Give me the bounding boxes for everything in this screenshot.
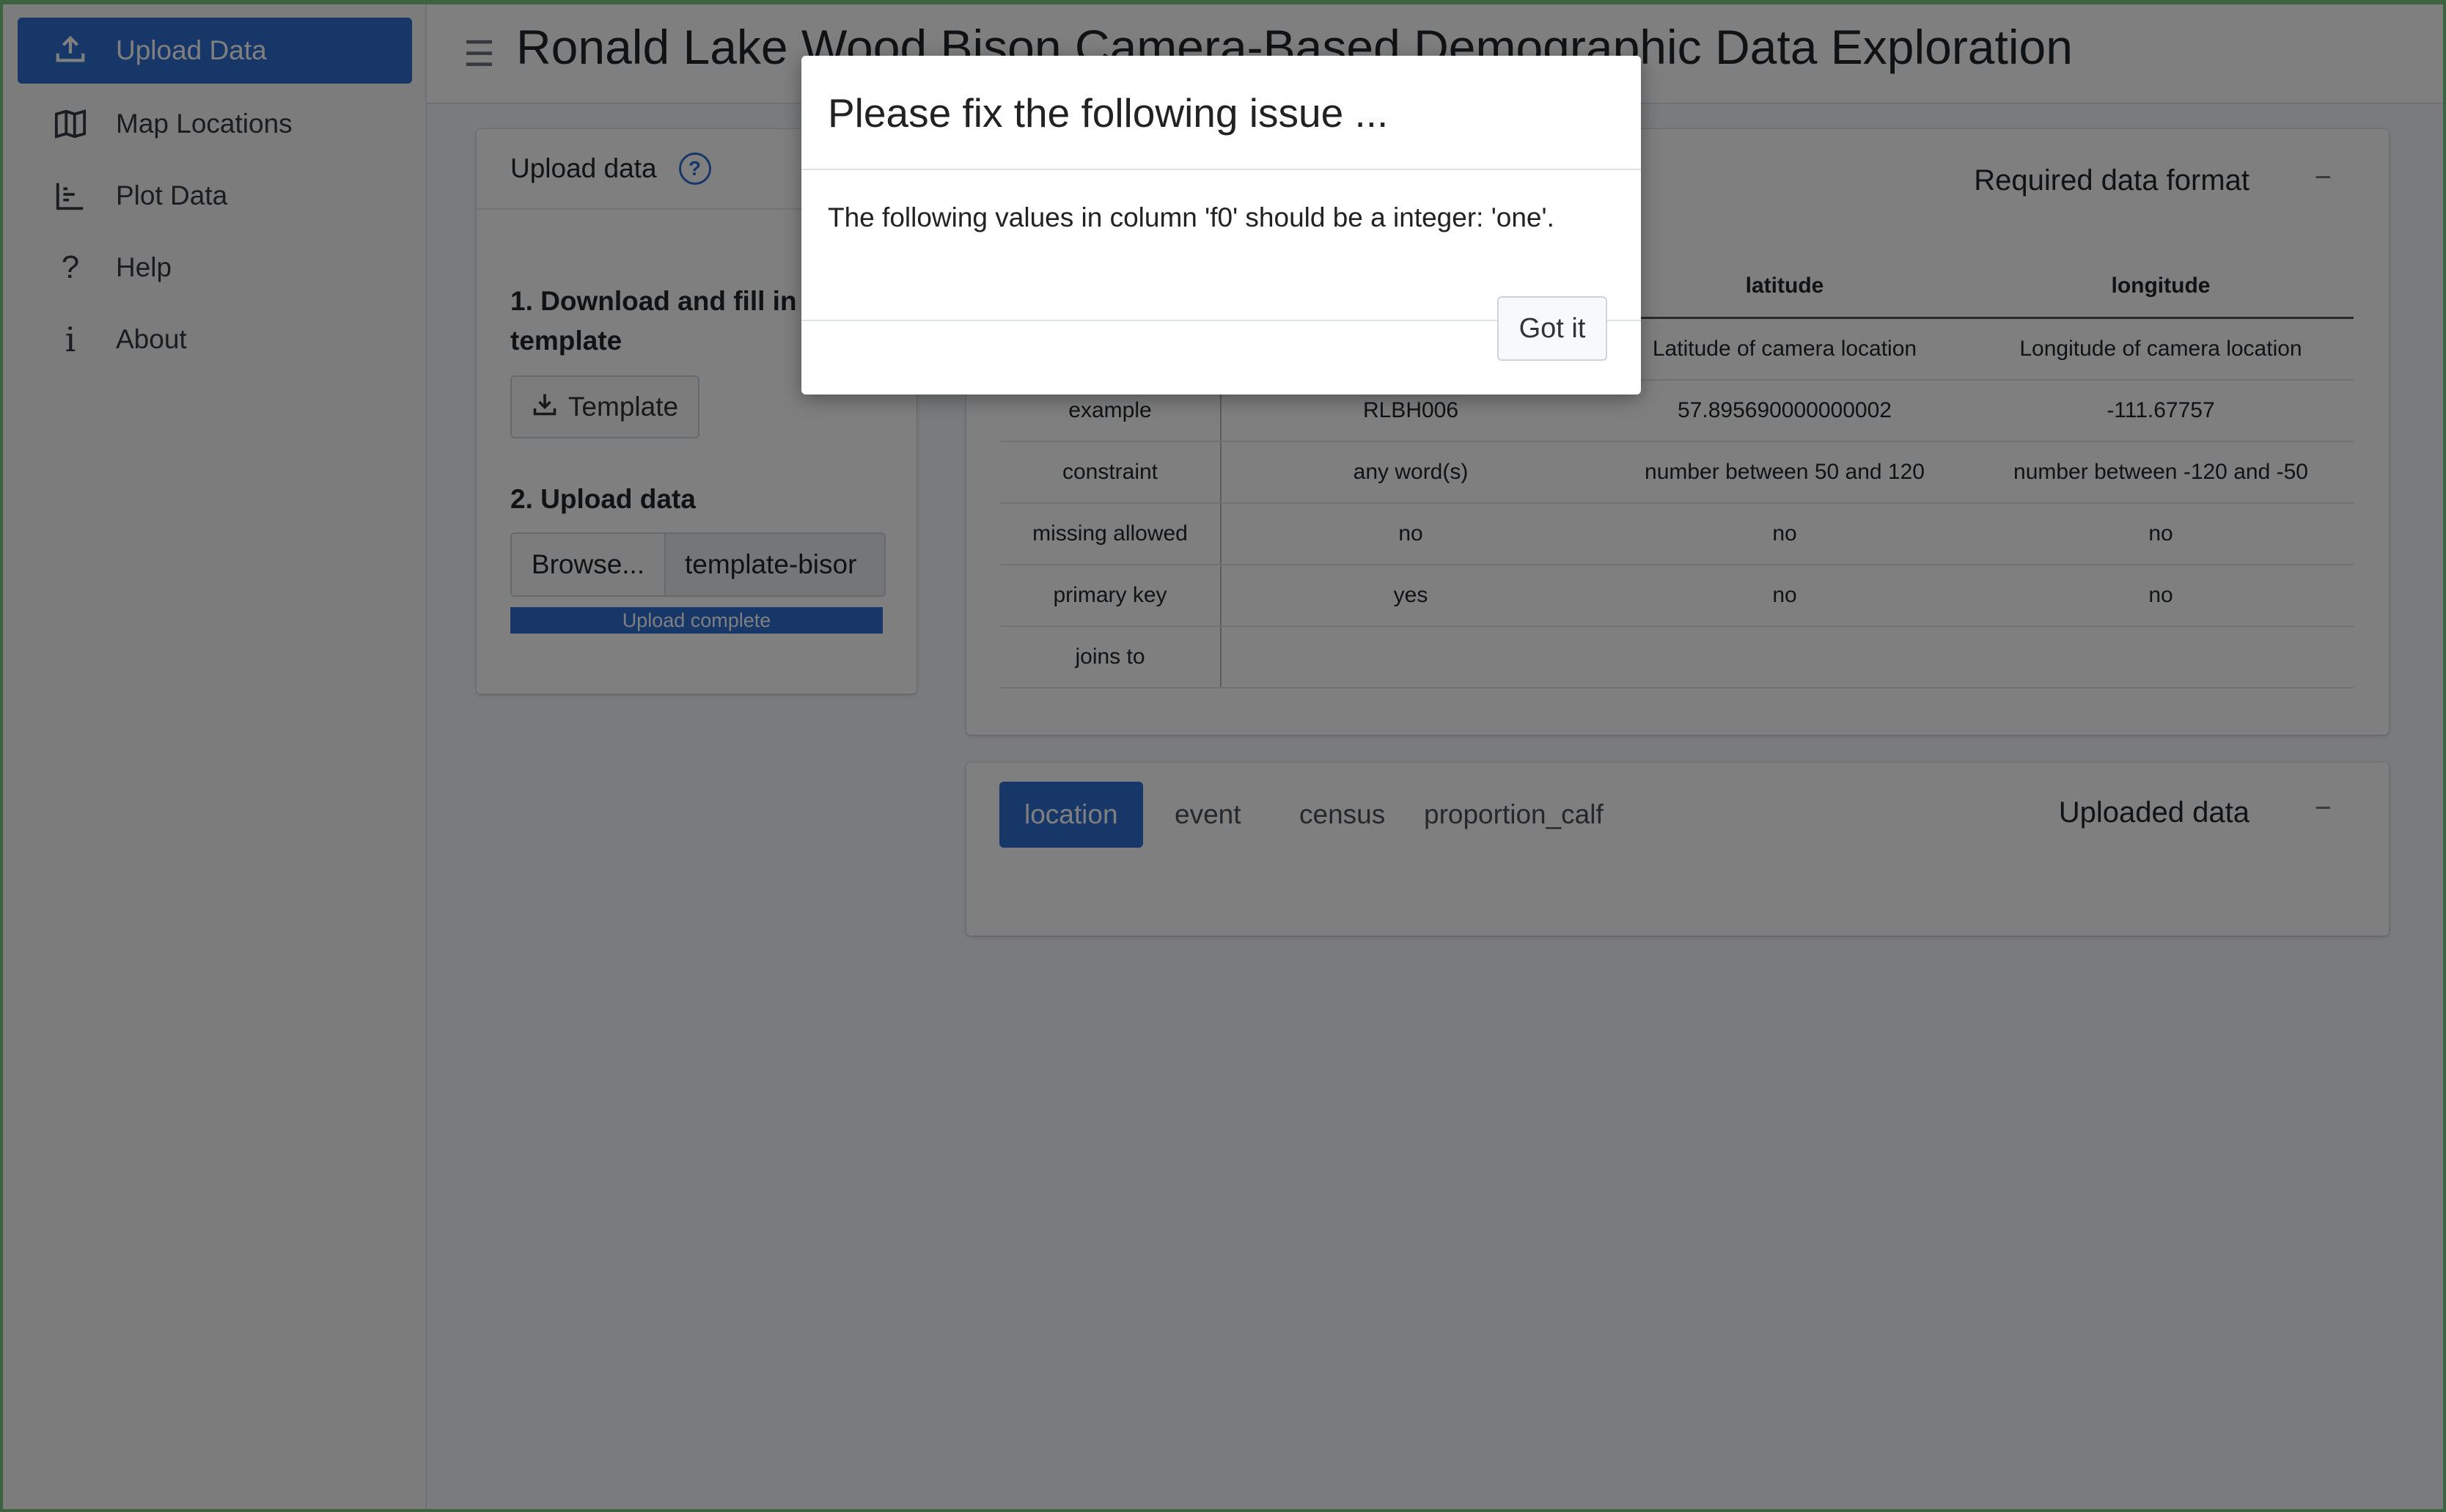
modal-title: Please fix the following issue ... [828,90,1389,136]
error-modal: Please fix the following issue ... The f… [801,56,1641,394]
got-it-button[interactable]: Got it [1497,296,1607,361]
modal-message: The following values in column 'f0' shou… [828,202,1554,232]
